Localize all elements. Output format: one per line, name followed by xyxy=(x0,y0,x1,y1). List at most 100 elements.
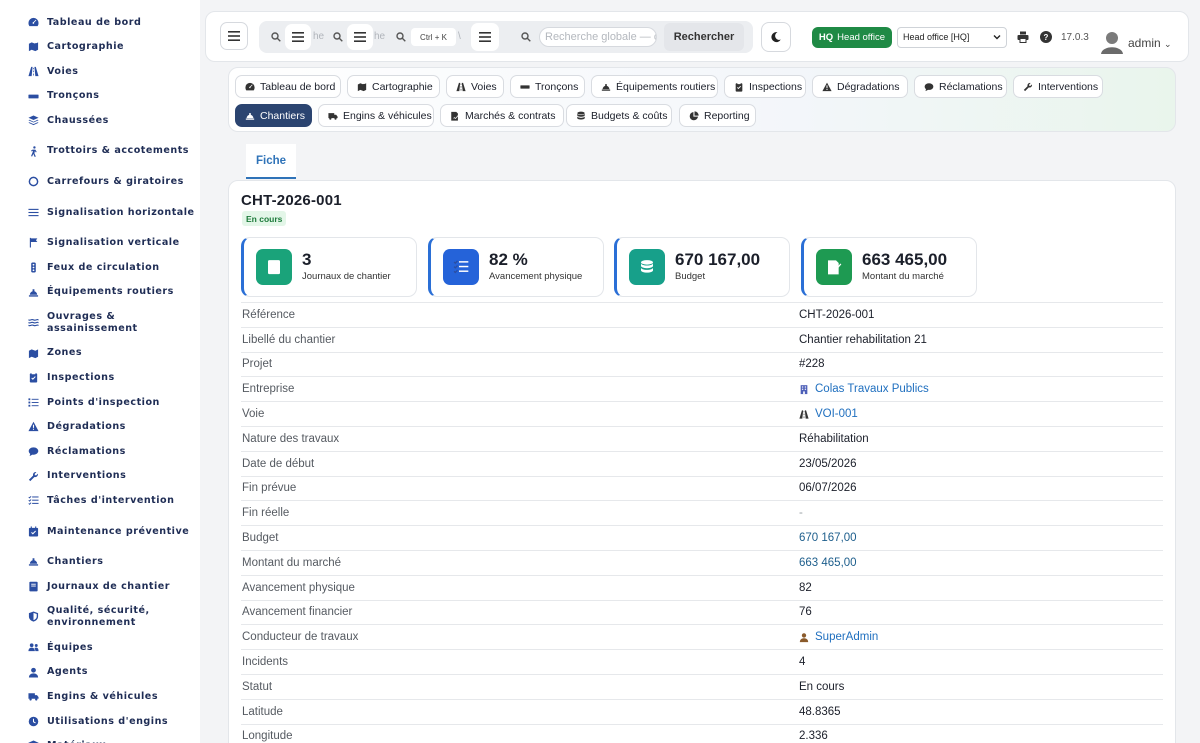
sidebar-item-label: Chaussées xyxy=(47,114,109,126)
sidebar-item[interactable]: Feux de circulation xyxy=(0,255,200,280)
module-tab[interactable]: Chantiers xyxy=(235,104,312,127)
field-value[interactable]: VOI-001 xyxy=(815,408,858,420)
module-tab[interactable]: Tronçons xyxy=(510,75,585,98)
field-value-cell[interactable]: VOI-001 xyxy=(799,408,1163,420)
module-tab[interactable]: Engins & véhicules xyxy=(318,104,434,127)
sidebar-item[interactable]: Qualité, sécurité, environnement xyxy=(0,599,200,636)
sidebar-item[interactable]: Zones xyxy=(0,341,200,366)
module-tab[interactable]: Réclamations xyxy=(914,75,1007,98)
help-icon[interactable]: ? xyxy=(1040,31,1052,43)
road-icon xyxy=(27,65,39,77)
sidebar-item[interactable]: Tableau de bord xyxy=(0,10,200,35)
sidebar-item[interactable]: Tronçons xyxy=(0,84,200,109)
field-value-cell: 4 xyxy=(799,656,1163,668)
sidebar-item[interactable]: Chantiers xyxy=(0,550,200,575)
sidebar-item[interactable]: Utilisations d'engins xyxy=(0,709,200,734)
field-row: Fin prévue 06/07/2026 xyxy=(241,475,1163,501)
field-key: Latitude xyxy=(242,705,283,718)
search-button-label: Rechercher xyxy=(673,31,735,43)
sidebar-item[interactable]: Signalisation horizontale xyxy=(0,194,200,231)
sidebar-item[interactable]: Carrefours & giratoires xyxy=(0,169,200,194)
sidebar-item[interactable]: Équipes xyxy=(0,635,200,660)
field-value[interactable]: SuperAdmin xyxy=(815,631,878,643)
field-key: Projet xyxy=(242,358,273,371)
circle-icon xyxy=(28,176,38,187)
menu-button-2[interactable] xyxy=(285,24,311,50)
sidebar-item[interactable]: Matériaux xyxy=(0,734,200,743)
menu-toggle-button[interactable] xyxy=(220,22,248,50)
sidebar-item-label: Points d'inspection xyxy=(47,396,160,408)
module-tab[interactable]: Dégradations xyxy=(812,75,908,98)
sidebar-item[interactable]: Équipements routiers xyxy=(0,280,200,305)
sidebar-item[interactable]: Chaussées xyxy=(0,108,200,133)
sidebar-item[interactable]: Cartographie xyxy=(0,35,200,60)
field-value-cell[interactable]: SuperAdmin xyxy=(799,631,1163,643)
field-value[interactable]: Colas Travaux Publics xyxy=(815,383,929,395)
sidebar-item[interactable]: Agents xyxy=(0,660,200,685)
record-title: CHT-2026-001 xyxy=(241,192,342,209)
module-tab[interactable]: Budgets & coûts xyxy=(566,104,672,127)
stat-value: 670 167,00 xyxy=(675,250,761,269)
sidebar-item[interactable]: Voies xyxy=(0,59,200,84)
field-value-cell: 76 xyxy=(799,606,1163,618)
global-search-input[interactable]: Recherche globale — ct xyxy=(539,27,657,47)
sidebar-item[interactable]: Réclamations xyxy=(0,439,200,464)
module-tab[interactable]: Voies xyxy=(446,75,504,98)
field-row: Libellé du chantier Chantier rehabilitati… xyxy=(241,326,1163,352)
map-icon xyxy=(27,41,39,53)
tab-fiche[interactable]: Fiche xyxy=(246,144,296,179)
sidebar-item[interactable]: Interventions xyxy=(0,464,200,489)
module-tab[interactable]: Inspections xyxy=(724,75,806,98)
module-tab[interactable]: Tableau de bord xyxy=(235,75,341,98)
zones-icon xyxy=(28,349,38,358)
dashboard-icon xyxy=(245,82,255,90)
avatar[interactable] xyxy=(1101,30,1123,54)
module-tab-label: Équipements routiers xyxy=(616,80,716,93)
building-icon xyxy=(800,384,808,394)
module-tab[interactable]: Équipements routiers xyxy=(591,75,718,98)
module-tab[interactable]: Cartographie xyxy=(347,75,440,98)
module-tab[interactable]: Interventions xyxy=(1013,75,1103,98)
wrench-icon xyxy=(28,471,38,481)
field-value-cell[interactable]: Colas Travaux Publics xyxy=(799,383,1163,395)
sidebar-item[interactable]: Inspections xyxy=(0,365,200,390)
hq-badge[interactable]: HQ Head office xyxy=(812,27,892,48)
hard-hat-icon xyxy=(27,556,39,568)
sidebar-item[interactable]: Maintenance préventive xyxy=(0,513,200,550)
shortcut-hint: Ctrl + K xyxy=(411,28,456,46)
field-value-cell: 663 465,00 xyxy=(799,557,1163,569)
stat-label: Journaux de chantier xyxy=(302,271,391,282)
menu-button-4[interactable] xyxy=(471,23,499,51)
sidebar-item[interactable]: Signalisation verticale xyxy=(0,231,200,256)
clipboard-icon xyxy=(735,81,743,92)
sidebar-item[interactable]: Points d'inspection xyxy=(0,390,200,415)
stat-value: 82 % xyxy=(489,250,528,269)
road-icon xyxy=(456,82,466,91)
users-icon xyxy=(27,641,39,653)
user-menu[interactable]: admin ⌄ xyxy=(1128,36,1172,50)
sidebar-item[interactable]: Journaux de chantier xyxy=(0,574,200,599)
field-value-cell: Réhabilitation xyxy=(799,433,1163,445)
comment-icon xyxy=(27,446,39,458)
sidebar-list: Tableau de bord Cartographie Voies Tronçons… xyxy=(0,0,200,743)
field-value-cell: 2.336 xyxy=(799,730,1163,742)
sign-icon xyxy=(27,237,39,249)
sidebar-item[interactable]: Engins & véhicules xyxy=(0,684,200,709)
sidebar-item[interactable]: Trottoirs & accotements xyxy=(0,133,200,170)
calendar-icon xyxy=(27,525,39,537)
hard-hat-icon xyxy=(601,83,611,91)
module-tab[interactable]: Reporting xyxy=(679,104,756,127)
sign-icon xyxy=(29,238,37,248)
field-value: CHT-2026-001 xyxy=(799,308,875,321)
field-value: Chantier rehabilitation 21 xyxy=(799,333,927,346)
search-button[interactable]: Rechercher xyxy=(664,23,744,51)
sidebar-item[interactable]: Ouvrages & assainissement xyxy=(0,304,200,341)
print-icon[interactable] xyxy=(1017,31,1029,43)
menu-button-3[interactable] xyxy=(347,24,373,50)
sidebar-item[interactable]: Tâches d'intervention xyxy=(0,488,200,513)
office-select[interactable]: Head office [HQ] xyxy=(897,27,1007,48)
theme-toggle-button[interactable] xyxy=(761,22,791,52)
sidebar-item[interactable]: Dégradations xyxy=(0,415,200,440)
module-tab[interactable]: Marchés & contrats xyxy=(440,104,564,127)
traffic-light-icon xyxy=(30,262,36,273)
